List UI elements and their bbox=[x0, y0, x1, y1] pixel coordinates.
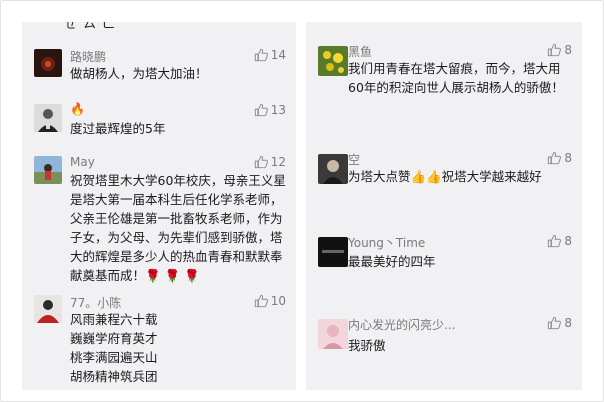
commenter-name[interactable]: 内心发光的闪亮少... bbox=[348, 316, 455, 333]
like-count: 12 bbox=[270, 155, 286, 169]
comments-panel-left: ㄝ ㄙ ㄈ 路晓鹏 做胡杨人，为塔大加油！ 14 🔥 度过最辉煌的5年 13 M… bbox=[22, 22, 296, 390]
commenter-name[interactable]: 77。小陈 bbox=[70, 294, 121, 311]
like-count: 8 bbox=[564, 151, 572, 165]
thumbs-up-icon bbox=[548, 151, 562, 165]
like-button[interactable]: 14 bbox=[254, 48, 286, 62]
avatar[interactable] bbox=[318, 319, 348, 349]
avatar[interactable] bbox=[34, 156, 62, 184]
like-count: 14 bbox=[270, 48, 286, 62]
avatar[interactable] bbox=[318, 237, 348, 267]
avatar[interactable] bbox=[318, 46, 348, 76]
commenter-name[interactable]: 空 bbox=[348, 151, 360, 168]
commenter-name[interactable]: 黑鱼 bbox=[348, 43, 372, 60]
like-button[interactable]: 10 bbox=[254, 294, 286, 308]
comment-text: 我们用青春在塔大留痕，而今，塔大用 60年的积淀向世人展示胡杨人的骄傲！ bbox=[348, 61, 564, 95]
comment-text: 做胡杨人，为塔大加油！ bbox=[70, 66, 208, 81]
commenter-name[interactable]: Young丶Time bbox=[348, 234, 425, 251]
thumbs-up-icon bbox=[548, 234, 562, 248]
thumbs-up-icon bbox=[548, 316, 562, 330]
comments-panel-right: 黑鱼 我们用青春在塔大留痕，而今，塔大用 60年的积淀向世人展示胡杨人的骄傲！ … bbox=[306, 22, 582, 390]
commenter-name[interactable]: May bbox=[70, 155, 95, 169]
like-count: 8 bbox=[564, 43, 572, 57]
like-button[interactable]: 8 bbox=[547, 234, 572, 248]
avatar[interactable] bbox=[318, 154, 348, 184]
comment-text: 风雨兼程六十载 巍巍学府育英才 桃李满园遍天山 胡杨精神筑兵团 bbox=[70, 312, 158, 384]
like-count: 10 bbox=[270, 294, 286, 308]
commenter-name[interactable]: 路晓鹏 bbox=[70, 48, 106, 65]
avatar[interactable] bbox=[34, 295, 62, 323]
like-count: 8 bbox=[564, 234, 572, 248]
commenter-name[interactable]: 🔥 bbox=[70, 102, 85, 116]
avatar[interactable] bbox=[34, 104, 62, 132]
thumbs-up-icon bbox=[254, 48, 268, 62]
like-button[interactable]: 8 bbox=[547, 43, 572, 57]
comment-text: 祝贺塔里木大学60年校庆，母亲王义星 是塔大第一届本科生后任化学系老师， 父亲王… bbox=[70, 173, 286, 283]
thumbs-up-icon bbox=[254, 103, 268, 117]
like-count: 8 bbox=[564, 316, 572, 330]
comment-text: 度过最辉煌的5年 bbox=[70, 121, 166, 136]
like-button[interactable]: 13 bbox=[254, 103, 286, 117]
comment-text: 最最美好的四年 bbox=[348, 254, 436, 269]
comment-text: 我骄傲 bbox=[348, 338, 386, 353]
like-button[interactable]: 12 bbox=[254, 155, 286, 169]
thumbs-up-icon bbox=[548, 43, 562, 57]
avatar[interactable] bbox=[34, 49, 62, 77]
like-count: 13 bbox=[270, 103, 286, 117]
thumbs-up-icon bbox=[254, 294, 268, 308]
comment-text: 为塔大点赞👍👍祝塔大学越来越好 bbox=[348, 169, 542, 184]
truncated-text-fragment: ㄝ ㄙ ㄈ bbox=[64, 22, 117, 32]
like-button[interactable]: 8 bbox=[547, 316, 572, 330]
like-button[interactable]: 8 bbox=[547, 151, 572, 165]
thumbs-up-icon bbox=[254, 155, 268, 169]
